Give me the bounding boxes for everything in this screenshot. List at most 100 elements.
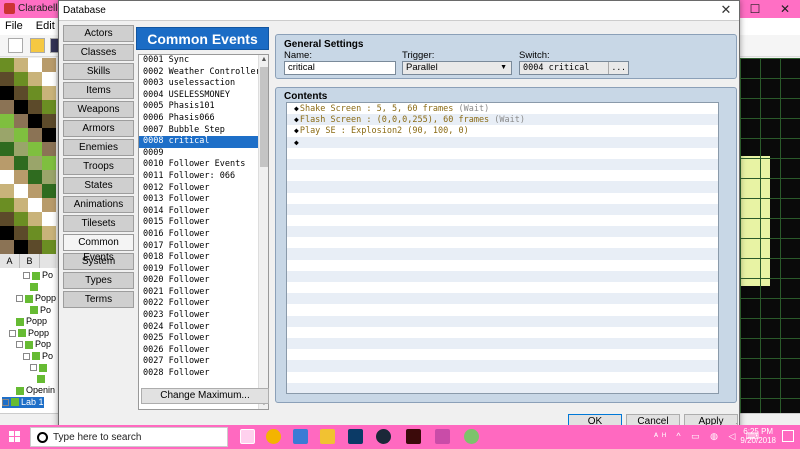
empty-command-row[interactable] bbox=[287, 248, 718, 260]
map-tree-item[interactable]: Po bbox=[23, 351, 53, 362]
category-actors[interactable]: Actors bbox=[63, 25, 134, 42]
list-item[interactable]: 0003 uselessaction bbox=[139, 78, 268, 90]
taskbar-search[interactable]: Type here to search bbox=[30, 427, 248, 447]
tileset-tab-b[interactable]: B bbox=[20, 254, 40, 268]
scroll-up-icon[interactable]: ▲ bbox=[259, 55, 268, 65]
list-item[interactable]: 0028 Follower bbox=[139, 368, 268, 380]
list-item[interactable]: 0013 Follower bbox=[139, 194, 268, 206]
map-tree-item[interactable]: Po bbox=[30, 305, 51, 316]
trigger-select[interactable]: Parallel ▼ bbox=[402, 61, 512, 75]
list-item[interactable]: 0016 Follower bbox=[139, 229, 268, 241]
open-folder-icon[interactable] bbox=[30, 38, 45, 53]
file-explorer-icon[interactable] bbox=[320, 429, 335, 444]
empty-command-row[interactable] bbox=[287, 226, 718, 238]
empty-command-row[interactable] bbox=[287, 270, 718, 282]
steam-icon[interactable] bbox=[376, 429, 391, 444]
category-troops[interactable]: Troops bbox=[63, 158, 134, 175]
flash-icon[interactable] bbox=[406, 429, 421, 444]
list-item[interactable]: 0023 Follower bbox=[139, 310, 268, 322]
expand-icon[interactable] bbox=[16, 295, 23, 303]
empty-command-row[interactable] bbox=[287, 170, 718, 182]
category-common-events[interactable]: Common Events bbox=[63, 234, 134, 263]
map-tree-item[interactable]: Po bbox=[23, 270, 53, 281]
photoshop-icon[interactable] bbox=[348, 429, 363, 444]
list-item[interactable]: 0009 bbox=[139, 148, 268, 160]
close-icon[interactable]: ✕ bbox=[770, 0, 800, 18]
empty-command-row[interactable] bbox=[287, 237, 718, 249]
notification-icon[interactable] bbox=[782, 430, 794, 442]
list-item[interactable]: 0011 Follower: 066 bbox=[139, 171, 268, 183]
list-scrollbar[interactable]: ▲ ▼ bbox=[258, 55, 268, 409]
category-classes[interactable]: Classes bbox=[63, 44, 134, 61]
category-weapons[interactable]: Weapons bbox=[63, 101, 134, 118]
list-item[interactable]: 0006 Phasis066 bbox=[139, 113, 268, 125]
empty-command-row[interactable] bbox=[287, 181, 718, 193]
new-project-icon[interactable] bbox=[8, 38, 23, 53]
empty-command-row[interactable] bbox=[287, 203, 718, 215]
map-tree-item[interactable]: Popp bbox=[16, 316, 47, 327]
empty-command-row[interactable] bbox=[287, 326, 718, 338]
list-item[interactable]: 0022 Follower bbox=[139, 298, 268, 310]
list-item[interactable]: 0007 Bubble Step bbox=[139, 125, 268, 137]
rpg-maker-icon[interactable] bbox=[435, 429, 450, 444]
list-item[interactable]: 0001 Sync bbox=[139, 55, 268, 67]
empty-command-row[interactable] bbox=[287, 349, 718, 361]
change-maximum-button[interactable]: Change Maximum... bbox=[141, 388, 269, 404]
list-item[interactable]: 0020 Follower bbox=[139, 275, 268, 287]
category-system[interactable]: System bbox=[63, 253, 134, 270]
category-tilesets[interactable]: Tilesets bbox=[63, 215, 134, 232]
list-item[interactable]: 0008 critical bbox=[139, 136, 268, 148]
mail-icon[interactable] bbox=[293, 429, 308, 444]
expand-icon[interactable] bbox=[9, 329, 16, 337]
list-item[interactable]: 0018 Follower bbox=[139, 252, 268, 264]
expand-icon[interactable] bbox=[23, 272, 30, 280]
list-item[interactable]: 0002 Weather Controller bbox=[139, 67, 268, 79]
category-items[interactable]: Items bbox=[63, 82, 134, 99]
empty-command-row[interactable] bbox=[287, 147, 718, 159]
empty-command-row[interactable] bbox=[287, 293, 718, 305]
list-item[interactable]: 0025 Follower bbox=[139, 333, 268, 345]
name-input[interactable]: critical bbox=[284, 61, 396, 75]
menu-file[interactable]: File bbox=[0, 18, 28, 34]
empty-command-row[interactable] bbox=[287, 259, 718, 271]
map-tree-item[interactable]: Pop bbox=[16, 339, 51, 350]
category-skills[interactable]: Skills bbox=[63, 63, 134, 80]
map-tree-item[interactable] bbox=[37, 374, 47, 385]
list-item[interactable]: 0015 Follower bbox=[139, 217, 268, 229]
menu-edit[interactable]: Edit bbox=[31, 18, 60, 34]
list-item[interactable]: 0014 Follower bbox=[139, 206, 268, 218]
list-item[interactable]: 0004 USELESSMONEY bbox=[139, 90, 268, 102]
common-events-list[interactable]: 0001 Sync 0002 Weather Controller 0003 use… bbox=[138, 54, 269, 410]
list-item[interactable]: 0024 Follower bbox=[139, 322, 268, 334]
map-tree-item[interactable]: Openin bbox=[16, 385, 55, 396]
switch-field[interactable]: 0004 critical ... bbox=[519, 61, 629, 75]
task-view-icon[interactable] bbox=[240, 429, 255, 444]
empty-command-row[interactable] bbox=[287, 282, 718, 294]
empty-command-row[interactable] bbox=[287, 304, 718, 316]
empty-command-row[interactable] bbox=[287, 214, 718, 227]
list-item[interactable]: 0017 Follower bbox=[139, 241, 268, 253]
empty-command-row[interactable] bbox=[287, 192, 718, 204]
expand-icon[interactable] bbox=[2, 398, 9, 406]
tileset-palette[interactable] bbox=[0, 58, 56, 254]
command-row[interactable]: ◆ bbox=[287, 136, 718, 148]
switch-browse-button[interactable]: ... bbox=[607, 62, 626, 74]
scrollbar-thumb[interactable] bbox=[260, 67, 268, 167]
map-canvas[interactable] bbox=[740, 58, 800, 413]
empty-command-row[interactable] bbox=[287, 360, 718, 372]
empty-command-row[interactable] bbox=[287, 337, 718, 350]
clock[interactable]: 6:25 PM 9/20/2018 bbox=[740, 427, 776, 445]
category-armors[interactable]: Armors bbox=[63, 120, 134, 137]
expand-icon[interactable] bbox=[23, 352, 30, 360]
list-item[interactable]: 0026 Follower bbox=[139, 345, 268, 357]
chrome-icon[interactable] bbox=[266, 429, 281, 444]
command-row[interactable]: ◆Shake Screen : 5, 5, 60 frames (Wait) bbox=[287, 103, 718, 115]
command-row[interactable]: ◆Play SE : Explosion2 (90, 100, 0) bbox=[287, 125, 718, 137]
empty-command-row[interactable] bbox=[287, 158, 718, 171]
map-tree-item[interactable] bbox=[30, 282, 40, 293]
empty-command-row[interactable] bbox=[287, 382, 718, 393]
map-tree-item[interactable]: Popp bbox=[9, 328, 49, 339]
map-tree-item[interactable]: Lab 1 bbox=[2, 396, 44, 408]
event-command-list[interactable]: ◆Shake Screen : 5, 5, 60 frames (Wait) ◆F… bbox=[286, 102, 719, 394]
windows-start-icon[interactable] bbox=[9, 431, 21, 443]
